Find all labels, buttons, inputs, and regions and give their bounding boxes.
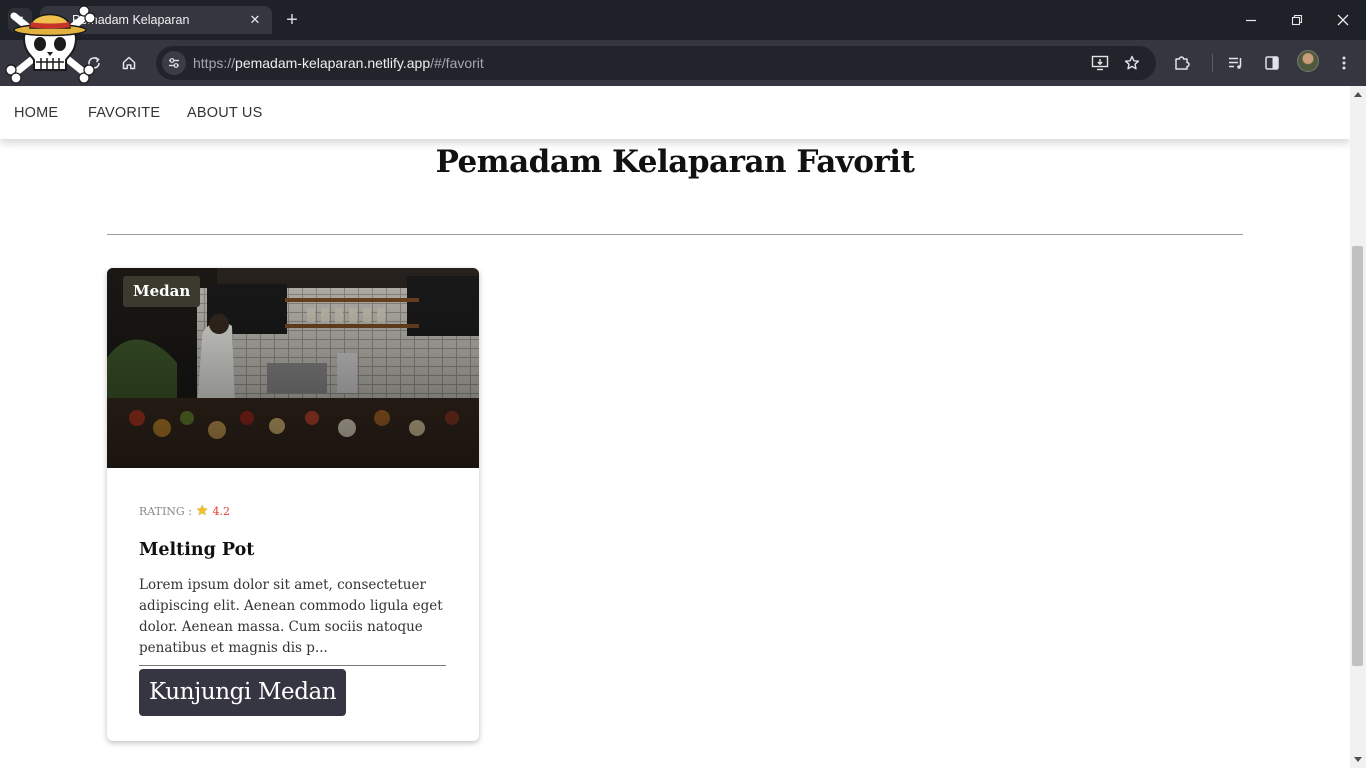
url-text[interactable]: https://pemadam-kelaparan.netlify.app/#/… xyxy=(193,55,484,71)
site-navbar: HOME FAVORITE ABOUT US xyxy=(0,86,1350,139)
home-button[interactable] xyxy=(115,49,143,77)
profile-avatar[interactable] xyxy=(1297,50,1319,72)
site-info-button[interactable] xyxy=(162,51,186,75)
star-icon xyxy=(1124,55,1140,70)
extensions-button[interactable] xyxy=(1168,49,1196,77)
browser-menu-button[interactable] xyxy=(1330,49,1358,77)
restore-button[interactable] xyxy=(1283,6,1311,34)
url-scheme: https:// xyxy=(193,55,236,71)
home-icon xyxy=(122,56,136,70)
kebab-menu-icon xyxy=(1342,56,1346,70)
star-icon: ★ xyxy=(195,503,209,519)
rating-label: RATING : xyxy=(139,504,192,518)
close-icon xyxy=(1337,14,1349,26)
url-path: /#/favorit xyxy=(430,55,484,71)
restore-icon xyxy=(1291,14,1303,26)
restaurant-image: Medan xyxy=(107,268,479,468)
address-bar[interactable]: https://pemadam-kelaparan.netlify.app/#/… xyxy=(156,46,1156,80)
scroll-up-arrow-icon[interactable] xyxy=(1354,92,1362,97)
install-app-button[interactable] xyxy=(1088,51,1112,75)
close-window-button[interactable] xyxy=(1329,6,1357,34)
card-divider xyxy=(139,665,446,666)
url-host: pemadam-kelaparan.netlify.app xyxy=(235,55,431,71)
rating: RATING : ★ 4.2 xyxy=(139,503,230,519)
toolbar-separator xyxy=(1212,54,1213,72)
side-panel-icon xyxy=(1265,56,1279,70)
browser-tab-strip: ▼ Pemadam Kelaparan ✕ + xyxy=(0,0,1366,40)
new-tab-button[interactable]: + xyxy=(280,8,304,32)
scroll-down-arrow-icon[interactable] xyxy=(1354,757,1362,762)
nav-favorite[interactable]: FAVORITE xyxy=(88,105,160,121)
media-control-button[interactable] xyxy=(1222,49,1250,77)
visit-button[interactable]: Kunjungi Medan xyxy=(139,669,347,716)
page-scrollbar[interactable] xyxy=(1350,86,1366,768)
page-viewport: HOME FAVORITE ABOUT US Pemadam Kelaparan… xyxy=(0,86,1350,768)
restaurant-description: Lorem ipsum dolor sit amet, consectetuer… xyxy=(139,577,443,656)
page-title: Pemadam Kelaparan Favorit xyxy=(435,144,915,180)
side-panel-button[interactable] xyxy=(1258,49,1286,77)
city-badge: Medan xyxy=(123,276,201,307)
puzzle-icon xyxy=(1175,56,1190,70)
install-icon xyxy=(1091,55,1109,71)
nav-about-us[interactable]: ABOUT US xyxy=(187,105,262,121)
bookmark-button[interactable] xyxy=(1120,51,1144,75)
browser-toolbar: https://pemadam-kelaparan.netlify.app/#/… xyxy=(0,40,1366,86)
restaurant-card: Medan RATING : ★ 4.2 Melting Pot Lorem i… xyxy=(107,268,479,741)
section-divider xyxy=(107,234,1243,235)
close-icon[interactable]: ✕ xyxy=(246,11,264,29)
nav-home[interactable]: HOME xyxy=(14,105,58,121)
restaurant-name: Melting Pot xyxy=(139,540,255,560)
minimize-button[interactable] xyxy=(1237,6,1265,34)
scrollbar-thumb[interactable] xyxy=(1352,246,1363,666)
minimize-icon xyxy=(1246,19,1256,22)
media-queue-icon xyxy=(1229,57,1242,69)
skull-strawhat-icon xyxy=(5,5,96,84)
rating-value: 4.2 xyxy=(212,504,230,518)
tune-icon xyxy=(169,58,179,68)
